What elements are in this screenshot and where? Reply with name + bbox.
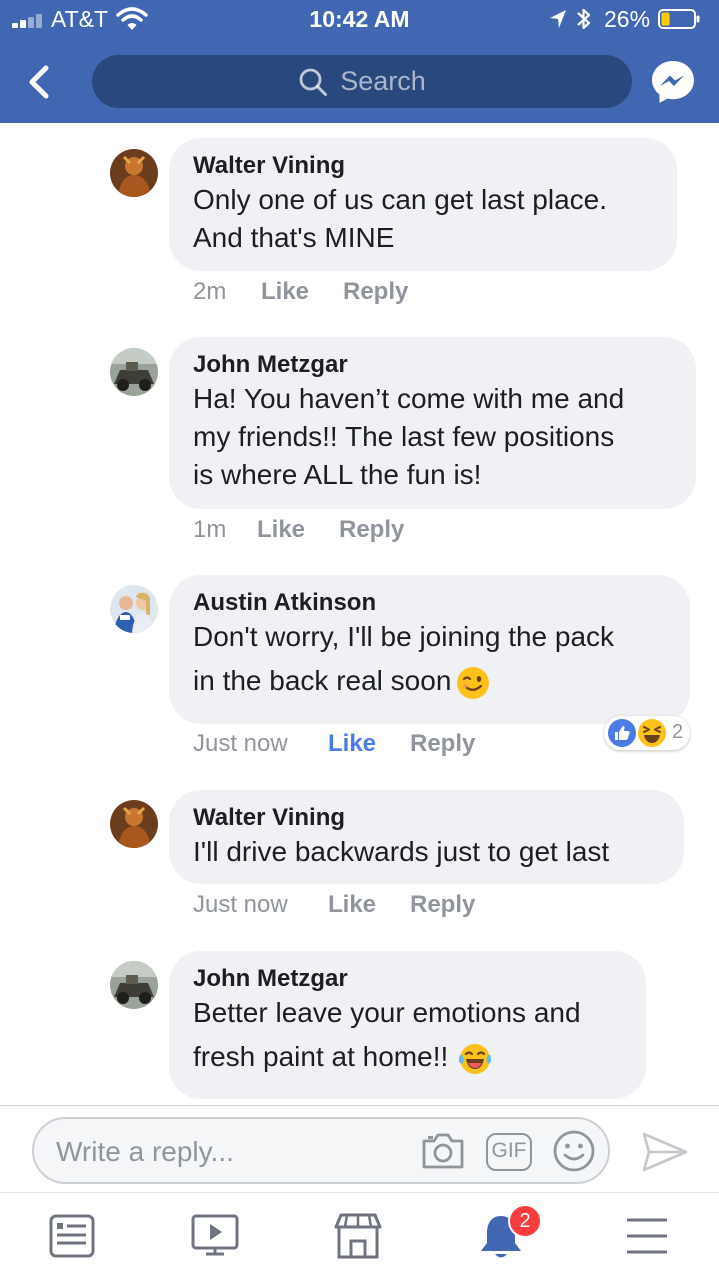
avatar[interactable] [110, 149, 158, 197]
like-button[interactable]: Like [261, 278, 309, 306]
location-arrow-icon [550, 10, 566, 28]
comment-text-line: Only one of us can get last place. [193, 184, 608, 215]
comment-bubble: John Metzgar Ha! You haven’t come with m… [169, 337, 696, 509]
reply-input[interactable]: Write a reply... GIF [32, 1117, 610, 1184]
comment-item: John Metzgar Ha! You haven’t come with m… [0, 336, 719, 566]
status-bar: AT&T 10:42 AM 26% [0, 0, 719, 40]
comment-item: Walter Vining Only one of us can get las… [0, 123, 719, 323]
haha-reaction-icon [636, 717, 668, 749]
comment-bubble: Austin Atkinson Don't worry, I'll be joi… [169, 575, 690, 724]
comment-bubble: Walter Vining I'll drive backwards just … [169, 790, 684, 884]
comment-author[interactable]: Walter Vining [193, 152, 653, 180]
comment-item: Walter Vining I'll drive backwards just … [0, 788, 719, 938]
tears-of-joy-emoji [458, 1043, 491, 1074]
reaction-count: 2 [672, 721, 684, 743]
avatar[interactable] [110, 585, 158, 633]
tab-bar: 2 [0, 1192, 719, 1278]
messenger-icon[interactable] [650, 59, 696, 105]
like-button[interactable]: Like [328, 891, 376, 919]
header-bar: AT&T 10:42 AM 26% Search [0, 0, 719, 123]
menu-icon[interactable] [622, 1211, 672, 1261]
comment-author[interactable]: Austin Atkinson [193, 589, 666, 617]
reply-button[interactable]: Reply [410, 891, 475, 919]
news-feed-icon[interactable] [47, 1211, 97, 1261]
gif-label: GIF [491, 1139, 527, 1162]
comment-timestamp: 2m [193, 278, 227, 305]
avatar[interactable] [110, 961, 158, 1009]
battery-fill [661, 12, 670, 26]
comment-item: John Metzgar Better leave your emotions … [0, 949, 719, 1105]
comment-text-line: Ha! You haven’t come with me and [193, 383, 625, 414]
comment-text-line: Don't worry, I'll be joining the pack [193, 621, 615, 652]
winking-face-emoji [456, 666, 489, 699]
video-icon[interactable] [190, 1211, 240, 1261]
gif-icon[interactable]: GIF [486, 1133, 532, 1171]
reaction-summary[interactable]: 2 [604, 716, 690, 750]
comment-author[interactable]: John Metzgar [193, 965, 622, 993]
comment-bubble: John Metzgar Better leave your emotions … [169, 951, 646, 1099]
comment-timestamp: Just now [193, 730, 288, 757]
reply-input-placeholder: Write a reply... [56, 1136, 234, 1167]
comment-text-line: my friends!! The last few positions [193, 421, 615, 452]
marketplace-icon[interactable] [333, 1211, 383, 1261]
reply-button[interactable]: Reply [410, 730, 475, 758]
battery-percent: 26% [604, 6, 651, 32]
chevron-left-icon[interactable] [24, 64, 56, 100]
comment-timestamp: 1m [193, 516, 227, 543]
avatar[interactable] [110, 800, 158, 848]
battery-icon [658, 9, 700, 29]
like-reaction-icon [606, 717, 638, 749]
comment-text-line: Better leave your emotions and [193, 997, 581, 1028]
comment-item: Austin Atkinson Don't worry, I'll be joi… [0, 573, 719, 783]
search-bar[interactable]: Search [92, 55, 632, 108]
like-button[interactable]: Like [257, 516, 305, 544]
comment-text-line: in the back real soon [193, 665, 452, 696]
comment-bubble: Walter Vining Only one of us can get las… [169, 138, 677, 271]
send-icon[interactable] [640, 1130, 690, 1174]
avatar[interactable] [110, 348, 158, 396]
comment-text-line: fresh paint at home!! [193, 1041, 449, 1072]
comment-thread[interactable]: Walter Vining Only one of us can get las… [0, 123, 719, 1105]
comment-text-line: I'll drive backwards just to get last [193, 836, 610, 867]
reply-button[interactable]: Reply [343, 278, 408, 306]
reply-composer: Write a reply... GIF [0, 1105, 719, 1192]
camera-icon[interactable] [420, 1131, 466, 1171]
comment-text-line: And that's MINE [193, 222, 395, 253]
bluetooth-icon [577, 8, 591, 30]
comment-author[interactable]: Walter Vining [193, 804, 660, 832]
comment-author[interactable]: John Metzgar [193, 351, 672, 379]
smiley-icon[interactable] [552, 1129, 596, 1173]
search-icon [299, 68, 328, 96]
search-placeholder: Search [340, 66, 426, 96]
like-button-liked[interactable]: Like [328, 730, 376, 758]
reply-button[interactable]: Reply [339, 516, 404, 544]
notification-badge: 2 [508, 1204, 542, 1238]
comment-timestamp: Just now [193, 891, 288, 918]
comment-text-line: is where ALL the fun is! [193, 459, 482, 490]
